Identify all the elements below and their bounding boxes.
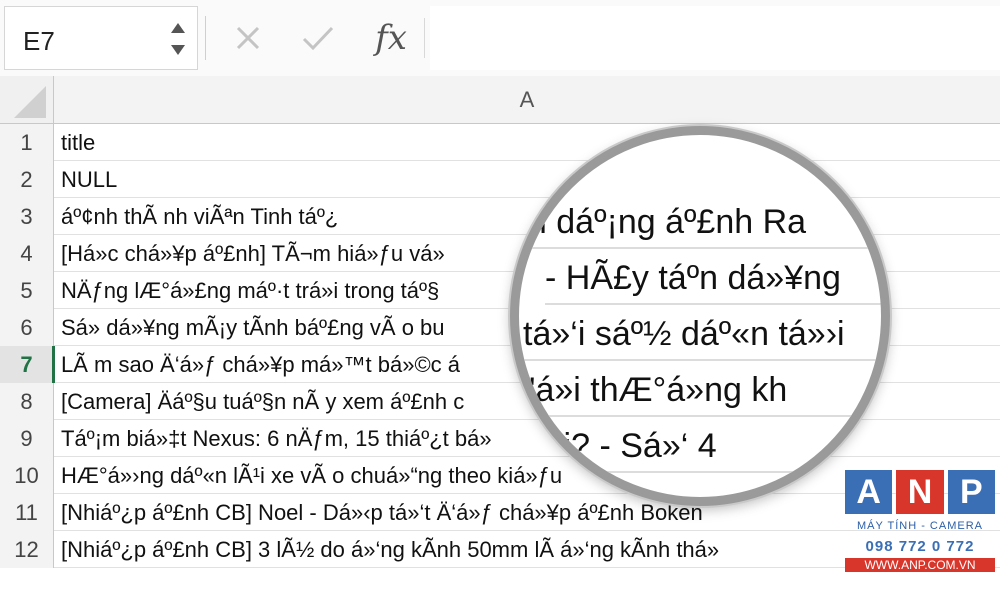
row-header[interactable]: 11 (0, 494, 54, 531)
check-icon[interactable] (298, 18, 338, 58)
row-header[interactable]: 10 (0, 457, 54, 494)
logo-tagline: MÁY TÍNH - CAMERA (857, 520, 983, 532)
select-all-corner[interactable] (0, 76, 54, 124)
insert-function-button[interactable]: fx (368, 18, 414, 58)
magnified-line: - HÃ£y táº­n dá»¥ng (545, 251, 881, 305)
row-header[interactable]: 5 (0, 272, 54, 309)
magnifier-lens: nh dáº¡ng áº£nh Ra - HÃ£y táº­n dá»¥ng tá»… (510, 126, 890, 506)
name-box-dropdown-icon[interactable] (169, 17, 187, 61)
row-header[interactable]: 6 (0, 309, 54, 346)
name-box[interactable]: E7 (4, 6, 198, 70)
magnified-line: 'á»i thÆ°á»ng kh (529, 363, 881, 417)
formula-bar: E7 fx (0, 0, 1000, 76)
logo-letter-a: A (845, 470, 893, 514)
magnified-line: Ði? - Sá»‘ 4 (539, 419, 881, 473)
formula-bar-separator (205, 16, 206, 60)
close-icon[interactable] (230, 18, 266, 58)
anp-logo: A N P MÁY TÍNH - CAMERA 098 772 0 772 WW… (845, 470, 995, 582)
logo-phone: 098 772 0 772 (865, 538, 975, 555)
logo-letter-n: N (896, 470, 944, 514)
formula-input[interactable] (430, 6, 1000, 70)
logo-letter-p: P (947, 470, 995, 514)
magnified-text: nh dáº¡ng áº£nh Ra - HÃ£y táº­n dá»¥ng tá»… (519, 135, 881, 497)
row-header[interactable]: 8 (0, 383, 54, 420)
logo-letters: A N P (845, 470, 995, 514)
magnified-line: nh dáº¡ng áº£nh Ra (519, 195, 881, 249)
cell-reference: E7 (23, 26, 55, 56)
row-header[interactable]: 1 (0, 124, 54, 161)
row-header[interactable]: 12 (0, 531, 54, 568)
formula-input-separator (424, 18, 425, 58)
row-header[interactable]: 4 (0, 235, 54, 272)
row-header[interactable]: 2 (0, 161, 54, 198)
row-header[interactable]: 3 (0, 198, 54, 235)
logo-website: WWW.ANP.COM.VN (845, 558, 995, 572)
row-header[interactable]: 9 (0, 420, 54, 457)
row-header[interactable]: 7 (0, 346, 55, 383)
column-header-a[interactable]: A (54, 76, 1000, 124)
magnified-line: tá»‘i sáº½ dáº«n tá»›i (523, 307, 881, 361)
